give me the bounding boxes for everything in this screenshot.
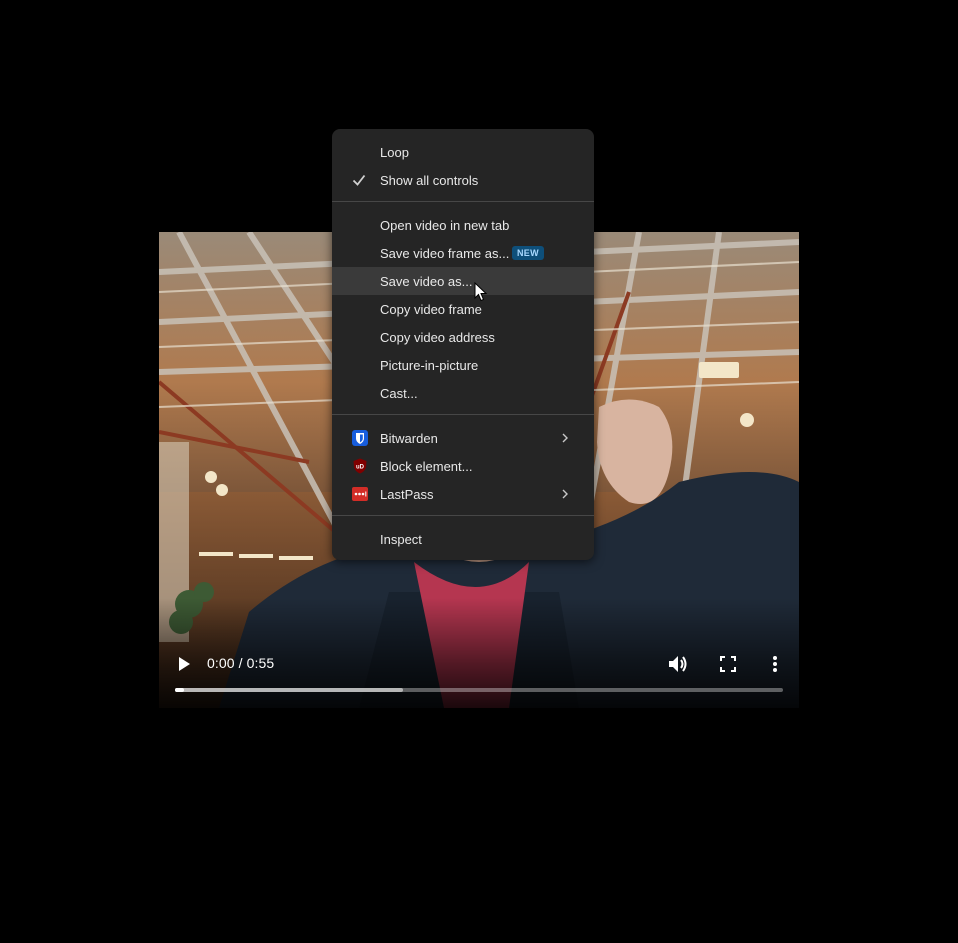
menu-item-label: Block element... bbox=[380, 459, 473, 474]
play-icon[interactable] bbox=[176, 656, 192, 672]
fullscreen-icon[interactable] bbox=[720, 656, 736, 672]
menu-item-save-video[interactable]: Save video as... bbox=[332, 267, 594, 295]
lastpass-icon bbox=[352, 487, 368, 501]
menu-item-label: Open video in new tab bbox=[380, 218, 510, 233]
menu-item-label: LastPass bbox=[380, 487, 434, 502]
menu-item-label: Copy video address bbox=[380, 330, 495, 345]
menu-item-label: Loop bbox=[380, 145, 409, 160]
menu-item-copy-video-frame[interactable]: Copy video frame bbox=[332, 295, 594, 323]
more-vert-icon[interactable] bbox=[769, 655, 781, 673]
menu-item-copy-video-address[interactable]: Copy video address bbox=[332, 323, 594, 351]
menu-divider bbox=[332, 414, 594, 415]
menu-item-label: Picture-in-picture bbox=[380, 358, 479, 373]
browser-page: 0:00 / 0:55 Loop Show all controls Open … bbox=[0, 0, 958, 943]
menu-divider bbox=[332, 515, 594, 516]
time-display: 0:00 / 0:55 bbox=[207, 655, 275, 671]
menu-item-inspect[interactable]: Inspect bbox=[332, 525, 594, 553]
new-badge: NEW bbox=[512, 246, 544, 260]
ublock-origin-icon: uD bbox=[353, 458, 367, 474]
menu-item-show-all-controls[interactable]: Show all controls bbox=[332, 166, 594, 194]
menu-item-loop[interactable]: Loop bbox=[332, 138, 594, 166]
progress-played bbox=[175, 688, 185, 692]
volume-icon[interactable] bbox=[668, 655, 688, 673]
menu-item-label: Save video as... bbox=[380, 274, 473, 289]
menu-item-lastpass[interactable]: LastPass bbox=[332, 480, 594, 508]
menu-item-label: Show all controls bbox=[380, 173, 479, 188]
menu-item-cast[interactable]: Cast... bbox=[332, 379, 594, 407]
menu-item-label: Inspect bbox=[380, 532, 422, 547]
menu-item-open-video-new-tab[interactable]: Open video in new tab bbox=[332, 211, 594, 239]
menu-item-label: Cast... bbox=[380, 386, 418, 401]
menu-item-label: Copy video frame bbox=[380, 302, 482, 317]
menu-item-save-video-frame[interactable]: Save video frame as... NEW bbox=[332, 239, 594, 267]
chevron-right-icon bbox=[562, 489, 568, 499]
context-menu: Loop Show all controls Open video in new… bbox=[332, 129, 594, 560]
menu-item-label: Save video frame as... bbox=[380, 246, 510, 261]
progress-bar[interactable] bbox=[175, 688, 783, 692]
progress-buffered bbox=[175, 688, 403, 692]
menu-item-label: Bitwarden bbox=[380, 431, 438, 446]
checkmark-icon bbox=[352, 174, 366, 186]
chevron-right-icon bbox=[562, 433, 568, 443]
menu-item-block-element[interactable]: uD Block element... bbox=[332, 452, 594, 480]
bitwarden-icon bbox=[352, 430, 368, 446]
menu-divider bbox=[332, 201, 594, 202]
menu-item-bitwarden[interactable]: Bitwarden bbox=[332, 424, 594, 452]
menu-item-picture-in-picture[interactable]: Picture-in-picture bbox=[332, 351, 594, 379]
svg-text:uD: uD bbox=[356, 465, 365, 471]
